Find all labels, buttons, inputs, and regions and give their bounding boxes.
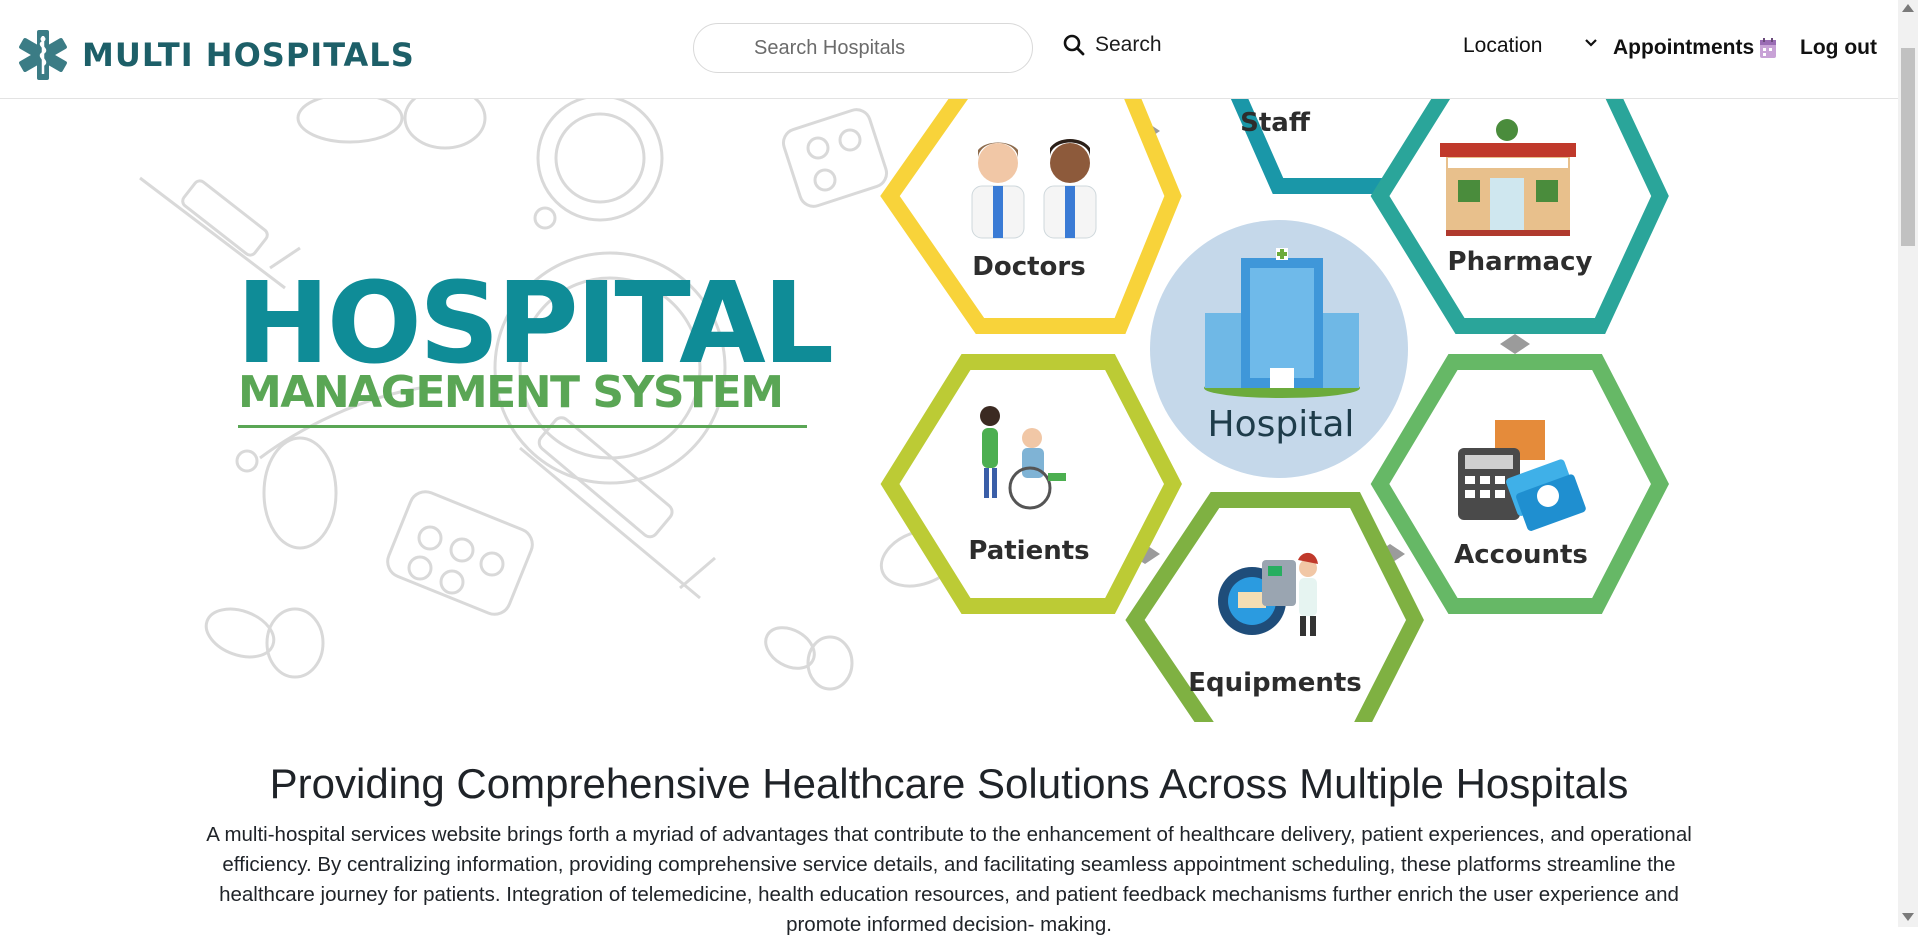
hero-title: HOSPITAL [236,259,834,389]
module-label-accounts: Accounts [1454,540,1588,570]
nav-location-dropdown[interactable]: Location [1463,34,1542,58]
hero-subtitle-underline [238,425,807,428]
search-button-label: Search [1095,33,1162,56]
nav-appointments-label: Appointments [1613,36,1755,59]
logout-button[interactable]: Log out [1800,36,1877,60]
hex-patients [880,354,1183,614]
hex-doctors [880,98,1182,334]
calendar-icon [1760,38,1777,58]
module-label-equipments: Equipments [1188,668,1362,698]
search-icon [1063,34,1085,56]
brand-logo-link[interactable]: MULTI HOSPITALS [16,28,415,82]
nav-appointments-link[interactable]: Appointments [1613,36,1777,60]
module-label-pharmacy: Pharmacy [1447,247,1593,277]
chevron-down-icon[interactable] [1584,38,1598,48]
section-heading: Providing Comprehensive Healthcare Solut… [269,760,1629,807]
search-input[interactable] [693,23,1033,73]
navbar: MULTI HOSPITALS Search Location Appointm… [0,0,1898,99]
scroll-down-arrow-icon[interactable] [1902,913,1914,921]
module-label-doctors: Doctors [972,252,1086,282]
page-scrollbar[interactable] [1898,0,1918,927]
brand-title: MULTI HOSPITALS [82,36,415,74]
section-description: A multi-hospital services website brings… [206,823,1692,936]
scrollbar-thumb[interactable] [1901,48,1915,246]
scroll-up-arrow-icon[interactable] [1902,4,1914,12]
module-label-staff: Staff [1240,108,1310,138]
medical-star-of-life-icon [19,30,67,80]
hub-label-hospital: Hospital [1207,404,1355,445]
search-button[interactable]: Search [1063,33,1162,57]
hero-banner: HOSPITAL MANAGEMENT SYSTEM Staff Doctors… [0,98,1898,722]
module-label-patients: Patients [968,536,1090,566]
hero-subtitle: MANAGEMENT SYSTEM [238,367,784,418]
